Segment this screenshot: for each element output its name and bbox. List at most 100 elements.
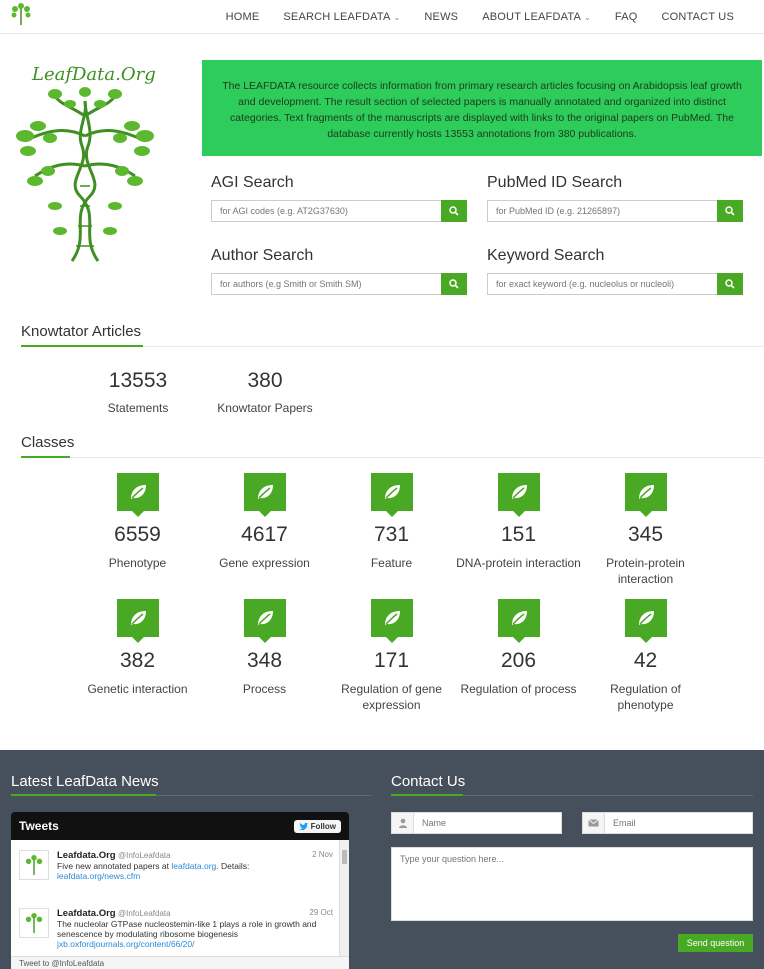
nav-search-leafdata[interactable]: SEARCH LEAFDATA ⌄ [283, 11, 400, 23]
class-label: Feature [370, 556, 413, 570]
chevron-down-icon: ⌄ [393, 13, 401, 22]
agi-search: AGI Search [211, 174, 467, 222]
pubmed-search-input[interactable] [487, 200, 717, 222]
class-label: Genetic interaction [87, 682, 188, 696]
class-label: DNA-protein interaction [456, 556, 581, 570]
stat-knowtator-papers-value: 380 [247, 369, 283, 392]
class-count: 42 [633, 649, 658, 672]
user-icon [392, 813, 414, 833]
class-label: Regulation of process [460, 682, 577, 696]
tweet-link[interactable]: jxb.oxfordjournals.org/content/66/20/ [57, 939, 195, 949]
classes-title: Classes [21, 434, 75, 451]
brand-title: LeafData.Org [32, 64, 156, 85]
leaf-icon [497, 599, 540, 643]
tweet-link[interactable]: leafdata.org [171, 861, 216, 871]
stat-statements-label: Statements [107, 401, 169, 415]
pubmed-search: PubMed ID Search [487, 174, 743, 222]
class-count: 731 [373, 523, 410, 546]
nav-faq[interactable]: FAQ [615, 11, 638, 23]
contact-rule [391, 794, 753, 796]
tweets-timeline[interactable]: Leafdata.Org @InfoLeafdata Five new anno… [11, 840, 349, 969]
agi-search-button[interactable] [441, 200, 467, 222]
tweet-compose[interactable]: Tweet to @InfoLeafdata [11, 956, 349, 969]
tweets-scrollbar[interactable] [339, 840, 349, 956]
send-question-button[interactable]: Send question [678, 934, 753, 952]
class-item[interactable]: 731 Feature [328, 473, 455, 571]
contact-title: Contact Us [391, 773, 466, 790]
tweets-title: Tweets [19, 819, 59, 833]
class-count: 4617 [241, 523, 288, 546]
knowtator-title: Knowtator Articles [21, 323, 142, 340]
author-search-button[interactable] [441, 273, 467, 295]
news-rule [11, 794, 372, 796]
search-icon [725, 279, 735, 289]
keyword-search-button[interactable] [717, 273, 743, 295]
knowtator-rule [21, 345, 763, 347]
stat-knowtator-papers-label: Knowtator Papers [217, 401, 313, 415]
class-count: 345 [627, 523, 664, 546]
leaf-icon [370, 473, 413, 517]
tweet-text-2: . Details: [216, 861, 250, 871]
leafdata-logo: LeafData.Org [10, 62, 160, 267]
class-item[interactable]: 6559 Phenotype [74, 473, 201, 571]
class-label: Process [242, 682, 287, 696]
agi-search-input[interactable] [211, 200, 441, 222]
search-icon [449, 279, 459, 289]
class-item[interactable]: 345 Protein-protein interaction [582, 473, 709, 587]
keyword-search: Keyword Search [487, 247, 743, 295]
class-item[interactable]: 171 Regulation of gene expression [328, 599, 455, 713]
author-search-input[interactable] [211, 273, 441, 295]
author-search-title: Author Search [211, 247, 314, 264]
leaf-icon [497, 473, 540, 517]
class-count: 6559 [114, 523, 161, 546]
nav-contact-us[interactable]: CONTACT US [662, 11, 735, 23]
leaf-icon [624, 599, 667, 643]
stat-knowtator-papers: 380 Knowtator Papers [205, 369, 325, 415]
nav-news[interactable]: NEWS [424, 11, 458, 23]
news-title: Latest LeafData News [11, 773, 159, 790]
pubmed-search-title: PubMed ID Search [487, 174, 623, 191]
tweet-handle: @InfoLeafdata [117, 909, 171, 918]
nav-about-leafdata[interactable]: ABOUT LEAFDATA ⌄ [482, 11, 591, 23]
class-count: 206 [500, 649, 537, 672]
keyword-search-title: Keyword Search [487, 247, 605, 264]
tweet-date[interactable]: 2 Nov [312, 850, 333, 859]
class-label: Protein-protein interaction [606, 556, 685, 586]
follow-button[interactable]: Follow [293, 819, 341, 833]
leaf-icon [243, 473, 286, 517]
class-label: Regulation of phenotype [610, 682, 681, 712]
class-item[interactable]: 206 Regulation of process [455, 599, 582, 697]
leaf-icon [116, 473, 159, 517]
class-item[interactable]: 382 Genetic interaction [74, 599, 201, 697]
question-textarea[interactable] [391, 847, 753, 921]
keyword-search-input[interactable] [487, 273, 717, 295]
author-search: Author Search [211, 247, 467, 295]
leaf-icon [116, 599, 159, 643]
twitter-bird-icon [298, 823, 308, 830]
stat-statements-value: 13553 [108, 369, 168, 392]
class-item[interactable]: 151 DNA-protein interaction [455, 473, 582, 571]
name-field [391, 812, 562, 834]
class-label: Phenotype [108, 556, 167, 570]
top-nav: HOME SEARCH LEAFDATA ⌄ NEWS ABOUT LEAFDAT… [0, 0, 764, 34]
class-item[interactable]: 42 Regulation of phenotype [582, 599, 709, 713]
class-item[interactable]: 348 Process [201, 599, 328, 697]
logo-tree-icon[interactable] [10, 2, 32, 26]
tweet-author[interactable]: Leafdata.Org [57, 850, 116, 861]
tweet-link[interactable]: leafdata.org/news.cfm [57, 871, 140, 881]
name-input[interactable] [414, 813, 561, 833]
class-item[interactable]: 4617 Gene expression [201, 473, 328, 571]
leaf-icon [624, 473, 667, 517]
class-count: 382 [119, 649, 156, 672]
chevron-down-icon: ⌄ [583, 13, 591, 22]
pubmed-search-button[interactable] [717, 200, 743, 222]
tweet-date[interactable]: 29 Oct [309, 908, 333, 917]
follow-label: Follow [310, 821, 336, 831]
email-input[interactable] [605, 813, 752, 833]
avatar [19, 850, 49, 880]
nav-home[interactable]: HOME [226, 11, 260, 23]
classes-rule [21, 456, 763, 458]
tree-dna-icon [16, 87, 154, 262]
class-count: 151 [500, 523, 537, 546]
tweet-author[interactable]: Leafdata.Org [57, 908, 116, 919]
